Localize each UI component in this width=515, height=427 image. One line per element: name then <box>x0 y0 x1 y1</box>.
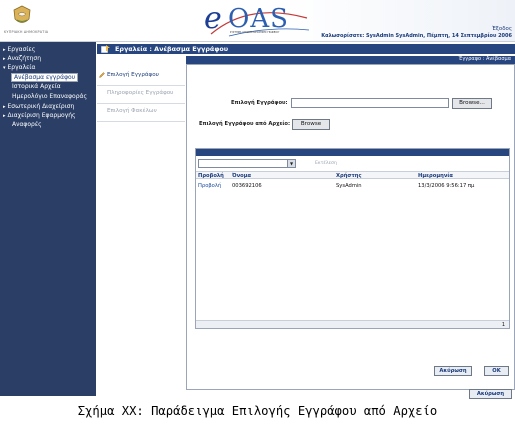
crest-caption: ΚΥΠΡΙΑΚΗ ΔΗΜΟΚΡΑΤΙΑ <box>4 30 49 34</box>
page-title: Εργαλεία : Ανέβασμα Εγγράφου <box>115 45 229 53</box>
exit-link[interactable]: Έξοδος <box>492 26 512 32</box>
sidebar-item-upload-document[interactable]: Ανέβασμα εγγράφου <box>11 73 79 82</box>
logo-e: e <box>204 1 222 36</box>
title-bar: Εργαλεία : Ανέβασμα Εγγράφου <box>97 44 515 54</box>
view-link[interactable]: Προβολή <box>198 183 221 189</box>
figure-caption: Σχήμα ΧΧ: Παράδειγμα Επιλογής Εγγράφου α… <box>77 404 438 418</box>
app-header: ΚΥΠΡΙΑΚΗ ΔΗΜΟΚΡΑΤΙΑ e OAS ΣΥΣΤΗΜΑ ΑΥΤΟΜΑ… <box>0 0 515 42</box>
arrow-down-icon: ▾ <box>3 65 6 71</box>
tab-label: Επιλογή Εγγράφου <box>107 72 159 78</box>
tab-document-info[interactable]: Πληροφορίες Εγγράφου <box>97 86 185 104</box>
sidebar-item-label: Εργασίες <box>7 46 36 53</box>
logo-oas: OAS <box>228 4 289 34</box>
sidebar-item-archives[interactable]: Ιστορικά Αρχεία <box>12 83 61 90</box>
sidebar-item-label: Διαχείριση Εφαρμογής <box>7 112 76 119</box>
outer-cancel-button[interactable]: Ακύρωση <box>469 389 512 399</box>
sub-title-bar: Έγγραφο : Ανέβασμα <box>186 56 515 64</box>
welcome-text: Καλωσορίσατε: SysAdmin SysAdmin, Πέμπτη,… <box>321 33 512 39</box>
pencil-icon <box>99 72 105 78</box>
sidebar: ▸ Εργασίες ▸ Αναζήτηση ▾ Εργαλεία Ανέβασμα … <box>0 42 96 396</box>
column-header-view[interactable]: Προβολή <box>198 173 224 179</box>
sidebar-item-search[interactable]: ▸ Αναζήτηση <box>3 55 41 62</box>
cyprus-crest-icon <box>13 5 31 23</box>
chevron-down-icon[interactable]: ▼ <box>287 160 295 167</box>
browse-button[interactable]: Browse... <box>452 98 492 109</box>
eoas-logo: e OAS ΣΥΣΤΗΜΑ ΑΥΤΟΜΑΤΟΠΟΙΗΣΗΣ ΓΡΑΦΕΙΟΥ <box>204 4 310 38</box>
tab-select-document[interactable]: Επιλογή Εγγράφου <box>97 68 185 86</box>
column-header-name[interactable]: Όνομα <box>232 173 251 179</box>
cancel-button[interactable]: Ακύρωση <box>434 366 472 376</box>
sidebar-item-tasks[interactable]: ▸ Εργασίες <box>3 46 35 53</box>
sidebar-item-reports[interactable]: Αναφορές <box>12 121 42 128</box>
tab-select-folders[interactable]: Επιλογή Φακέλων <box>97 104 185 122</box>
grid-pager: 1 <box>196 320 509 328</box>
tab-label: Επιλογή Φακέλων <box>107 108 157 114</box>
arrow-right-icon: ▸ <box>3 47 6 53</box>
content-panel: Επιλογή Εγγράφου: Browse... Επιλογή Εγγρ… <box>186 64 515 390</box>
main-area: Εργαλεία : Ανέβασμα Εγγράφου Έγγραφο : Α… <box>96 42 515 396</box>
grid-header-bar <box>196 149 509 156</box>
file-path-input[interactable] <box>291 98 449 108</box>
archive-grid: ▼ Εκτέλεση Προβολή Όνομα Χρήστης Ημερομη… <box>195 148 510 329</box>
filter-execute-link[interactable]: Εκτέλεση <box>315 161 337 166</box>
select-from-archive-label: Επιλογή Εγγράφου από Αρχείο: <box>199 121 291 127</box>
browse-archive-button[interactable]: Browse <box>292 119 330 130</box>
arrow-right-icon: ▸ <box>3 113 6 119</box>
arrow-right-icon: ▸ <box>3 56 6 62</box>
document-date: 13/3/2006 9:56:17 πμ <box>418 183 475 189</box>
upload-tool-icon <box>101 45 110 53</box>
filter-select[interactable]: ▼ <box>198 159 296 168</box>
sidebar-item-restore-log[interactable]: Ημερολόγιο Επαναφοράς <box>12 93 87 100</box>
logo-subtitle: ΣΥΣΤΗΜΑ ΑΥΤΟΜΑΤΟΠΟΙΗΣΗΣ ΓΡΑΦΕΙΟΥ <box>230 31 280 34</box>
grid-column-headers: Προβολή Όνομα Χρήστης Ημερομηνία <box>196 171 509 179</box>
sidebar-item-label: Εργαλεία <box>7 64 36 71</box>
page-number[interactable]: 1 <box>502 322 505 328</box>
document-user: SysAdmin <box>336 183 362 189</box>
tab-label: Πληροφορίες Εγγράφου <box>107 90 174 96</box>
column-header-date[interactable]: Ημερομηνία <box>418 173 453 179</box>
column-header-user[interactable]: Χρήστης <box>336 173 362 179</box>
sidebar-item-tools[interactable]: ▾ Εργαλεία <box>3 64 35 71</box>
ok-button[interactable]: OK <box>484 366 509 376</box>
step-tabs: Επιλογή Εγγράφου Πληροφορίες Εγγράφου Επ… <box>97 68 185 122</box>
sidebar-item-app-management[interactable]: ▸ Διαχείριση Εφαρμογής <box>3 112 76 119</box>
table-row: Προβολή 003692106 SysAdmin 13/3/2006 9:5… <box>196 182 509 190</box>
sidebar-item-label: Εσωτερική Διαχείριση <box>7 103 75 110</box>
arrow-right-icon: ▸ <box>3 104 6 110</box>
sub-title: Έγγραφο : Ανέβασμα <box>458 56 511 62</box>
select-document-label: Επιλογή Εγγράφου: <box>231 100 288 106</box>
sidebar-item-label: Αναζήτηση <box>7 55 42 62</box>
document-name: 003692106 <box>232 183 262 189</box>
sidebar-item-internal-management[interactable]: ▸ Εσωτερική Διαχείριση <box>3 103 74 110</box>
